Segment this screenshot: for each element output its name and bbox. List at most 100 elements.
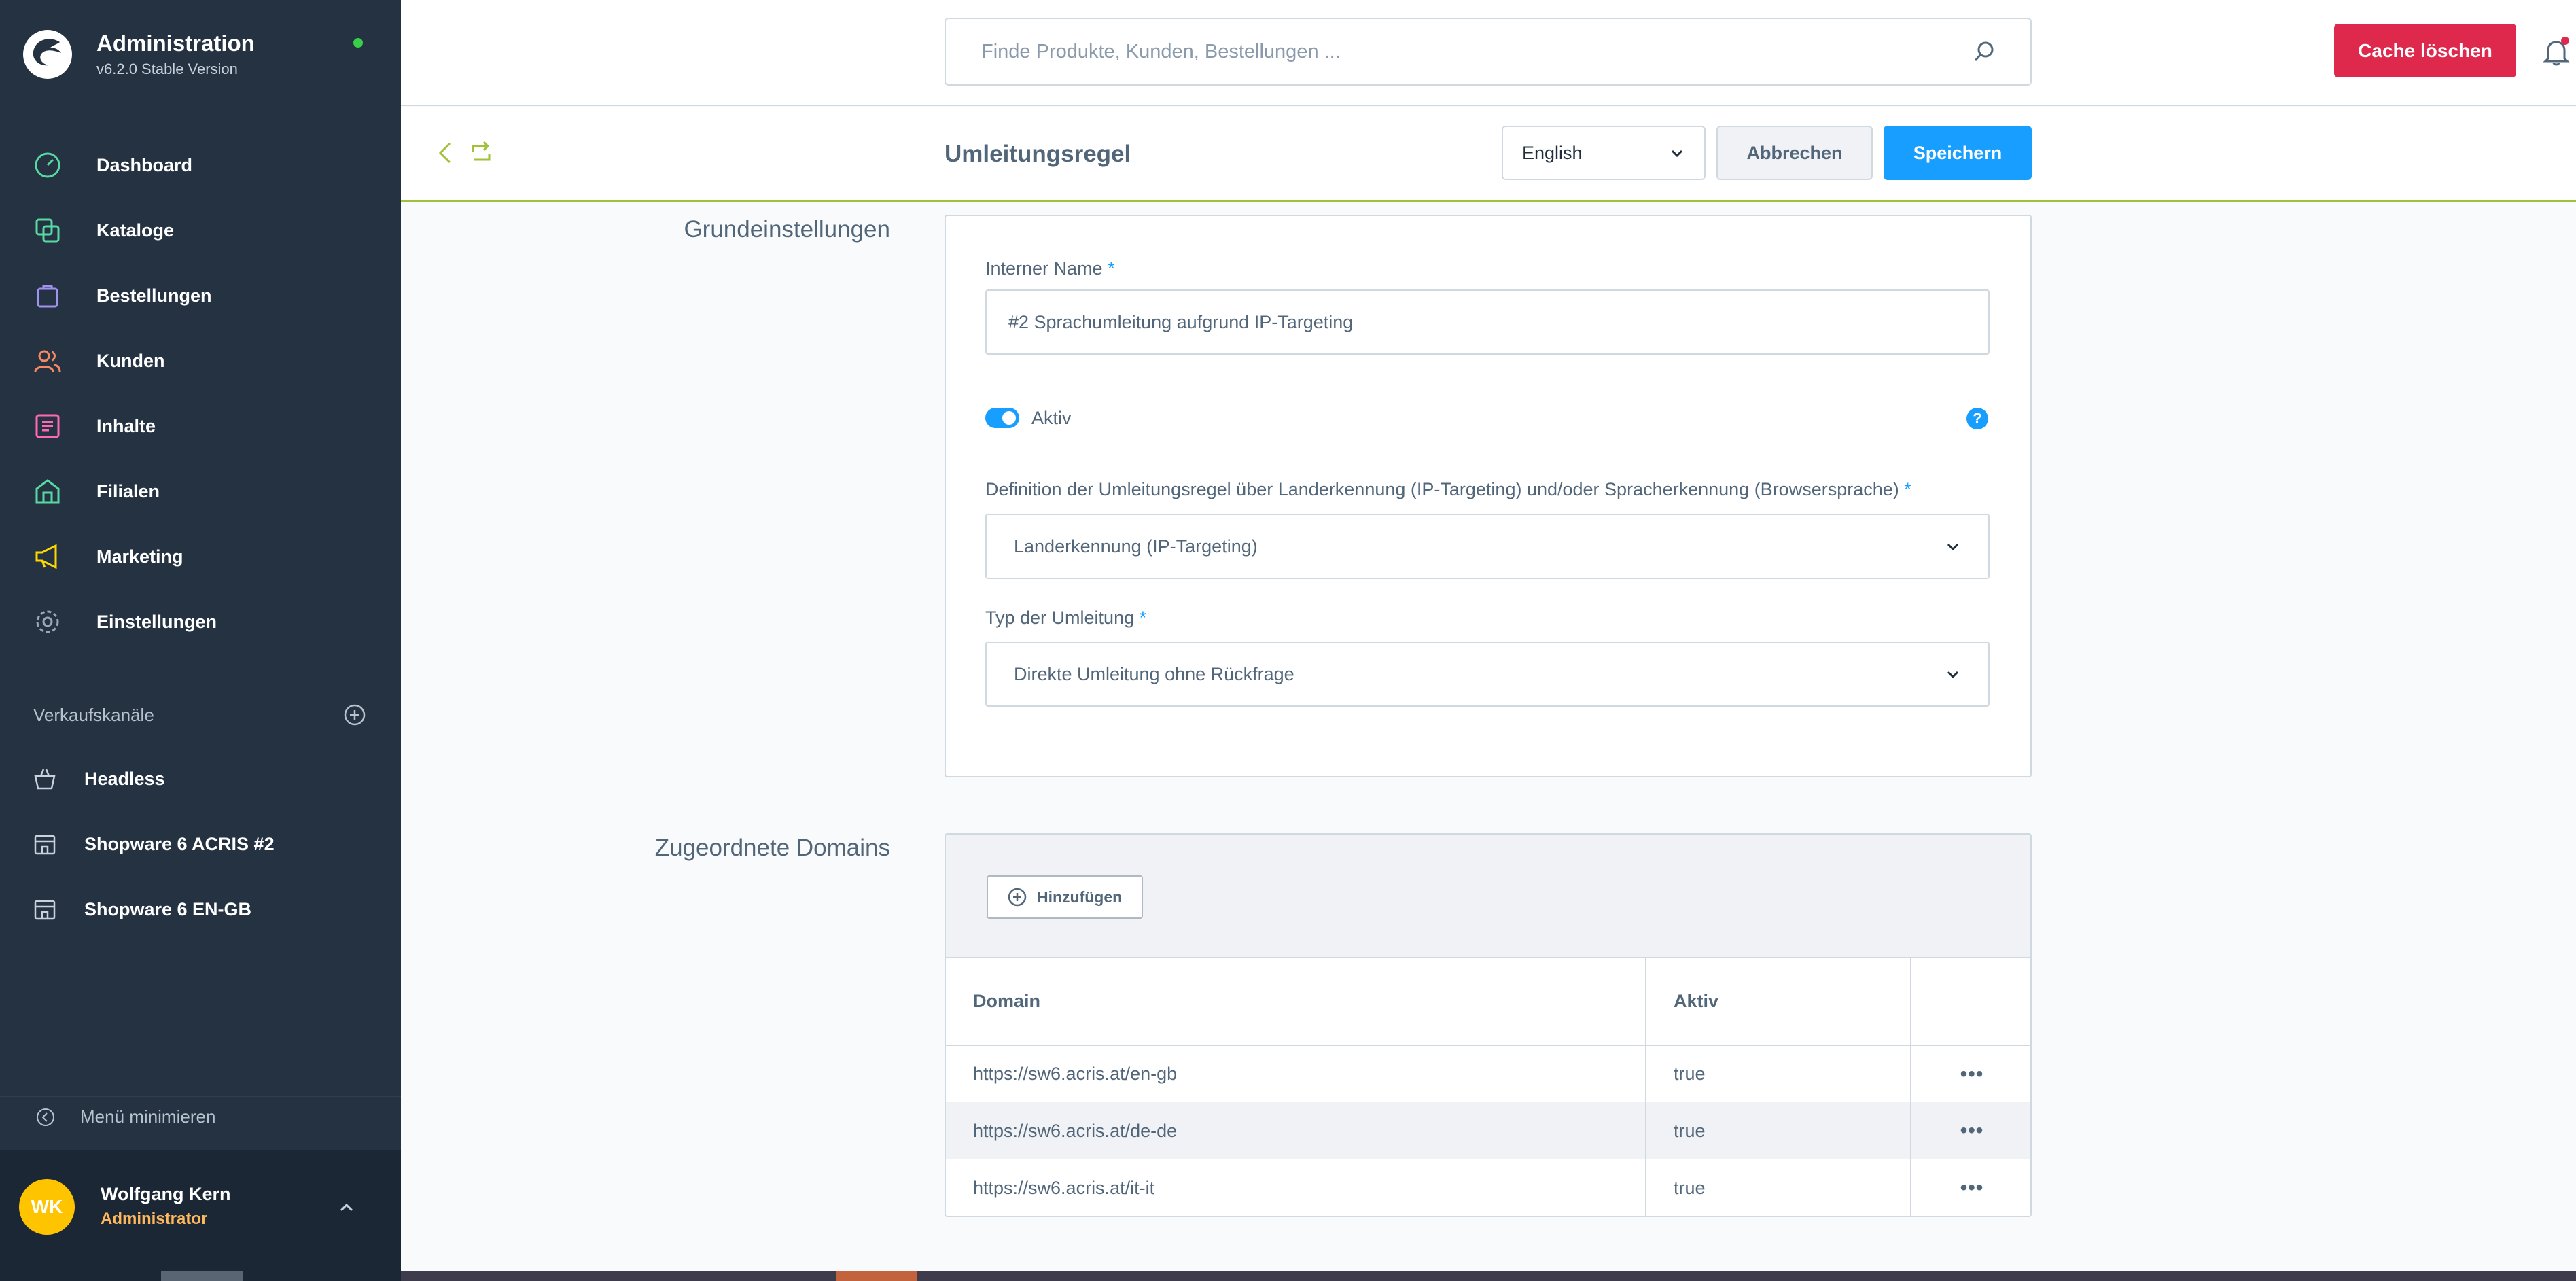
nav-label: Dashboard	[96, 154, 193, 175]
column-header-active[interactable]: Aktiv	[1646, 958, 1911, 1046]
sidebar-bottom-strip	[161, 1271, 243, 1281]
language-select[interactable]: English	[1502, 126, 1706, 180]
sales-channels-title: Verkaufskanäle	[33, 704, 154, 725]
definition-value: Landerkennung (IP-Targeting)	[1014, 536, 1258, 557]
domains-section-title: Zugeordnete Domains	[654, 835, 890, 861]
row-actions-button[interactable]: •••	[1911, 1159, 2030, 1216]
nav-label: Kunden	[96, 350, 165, 371]
add-domain-label: Hinzufügen	[1037, 888, 1123, 906]
redirect-type-select[interactable]: Direkte Umleitung ohne Rückfrage	[985, 642, 1990, 707]
cancel-button[interactable]: Abbrechen	[1716, 126, 1873, 180]
storefront-icon	[34, 835, 56, 855]
chevron-up-icon[interactable]	[336, 1197, 357, 1218]
nav-label: Bestellungen	[96, 285, 212, 306]
avatar: WK	[19, 1179, 75, 1235]
internal-name-label: Interner Name *	[985, 258, 1115, 279]
domain-cell: https://sw6.acris.at/de-de	[946, 1102, 1646, 1159]
nav-item-kataloge[interactable]: Kataloge	[0, 198, 401, 263]
bell-icon[interactable]	[2540, 35, 2573, 68]
nav-item-filialen[interactable]: Filialen	[0, 459, 401, 524]
shopping-bag-icon	[31, 279, 64, 312]
save-button[interactable]: Speichern	[1884, 126, 2032, 180]
sales-channel-headless[interactable]: Headless	[0, 746, 401, 811]
row-actions-button[interactable]: •••	[1911, 1045, 2030, 1102]
clear-cache-button[interactable]: Cache löschen	[2334, 24, 2516, 77]
redirect-icon	[472, 141, 491, 161]
type-label: Typ der Umleitung *	[985, 608, 1146, 629]
bottom-strip	[401, 1271, 2576, 1281]
more-icon: •••	[1960, 1119, 1984, 1142]
domain-cell: https://sw6.acris.at/en-gb	[946, 1045, 1646, 1102]
nav-item-marketing[interactable]: Marketing	[0, 524, 401, 589]
chevron-left-circle-icon	[37, 1108, 54, 1126]
language-value: English	[1522, 142, 1583, 163]
nav-label: Marketing	[96, 546, 183, 567]
internal-name-label-text: Interner Name	[985, 258, 1103, 279]
required-mark: *	[1904, 479, 1911, 499]
user-menu[interactable]: WK Wolfgang Kern Administrator	[0, 1150, 401, 1281]
dashboard-icon	[31, 149, 64, 181]
row-actions-button[interactable]: •••	[1911, 1102, 2030, 1159]
megaphone-icon	[31, 540, 64, 573]
active-cell: true	[1646, 1159, 1911, 1216]
add-circle-icon[interactable]	[343, 703, 366, 726]
chevron-down-icon	[1947, 543, 1959, 551]
nav-item-dashboard[interactable]: Dashboard	[0, 133, 401, 198]
active-cell: true	[1646, 1102, 1911, 1159]
nav-label: Einstellungen	[96, 611, 217, 632]
nav-item-einstellungen[interactable]: Einstellungen	[0, 589, 401, 654]
chevron-down-icon	[1671, 150, 1683, 158]
user-name: Wolfgang Kern	[101, 1184, 231, 1204]
active-cell: true	[1646, 1045, 1911, 1102]
plus-circle-icon	[1008, 888, 1027, 907]
add-domain-button[interactable]: Hinzufügen	[987, 875, 1143, 919]
type-label-text: Typ der Umleitung	[985, 608, 1135, 628]
nav-item-kunden[interactable]: Kunden	[0, 328, 401, 393]
basic-settings-card: Interner Name * #2 Sprachumleitung aufgr…	[945, 215, 2032, 777]
domains-toolbar: Hinzufügen	[946, 835, 2030, 958]
customers-icon	[31, 345, 64, 377]
sales-channels-header: Verkaufskanäle	[33, 703, 366, 726]
nav-label: Inhalte	[96, 415, 156, 436]
nav-item-inhalte[interactable]: Inhalte	[0, 393, 401, 459]
active-label: Aktiv	[1031, 408, 1072, 428]
basic-section-title: Grundeinstellungen	[684, 216, 890, 243]
internal-name-field[interactable]: #2 Sprachumleitung aufgrund IP-Targeting	[985, 289, 1990, 355]
help-icon[interactable]: ?	[1966, 408, 1988, 429]
required-mark: *	[1108, 258, 1115, 279]
minimize-label: Menü minimieren	[80, 1106, 216, 1127]
required-mark: *	[1139, 608, 1147, 628]
search-bar[interactable]	[945, 18, 2032, 86]
search-icon[interactable]	[1972, 39, 1996, 64]
definition-label: Definition der Umleitungsregel über Land…	[985, 479, 1911, 500]
minimize-menu-button[interactable]: Menü minimieren	[0, 1096, 401, 1137]
nav-item-bestellungen[interactable]: Bestellungen	[0, 263, 401, 328]
redirect-type-value: Direkte Umleitung ohne Rückfrage	[1014, 663, 1294, 684]
active-toggle[interactable]	[985, 408, 1019, 428]
sales-channel-en-gb[interactable]: Shopware 6 EN-GB	[0, 877, 401, 942]
storefront-icon	[34, 900, 56, 920]
column-header-actions	[1911, 958, 2030, 1046]
definition-select[interactable]: Landerkennung (IP-Targeting)	[985, 514, 1990, 579]
column-header-domain[interactable]: Domain	[946, 958, 1646, 1046]
user-role: Administrator	[101, 1210, 208, 1228]
sales-channel-acris-2[interactable]: Shopware 6 ACRIS #2	[0, 811, 401, 877]
sales-channel-label: Shopware 6 EN-GB	[84, 898, 252, 919]
bottom-strip-segment	[836, 1271, 917, 1281]
status-indicator	[353, 38, 363, 48]
shopware-logo-icon	[23, 30, 72, 79]
brand-title: Administration	[96, 31, 255, 56]
brand[interactable]: Administration v6.2.0 Stable Version	[20, 27, 255, 82]
table-row: https://sw6.acris.at/de-de true •••	[946, 1102, 2030, 1159]
definition-label-text: Definition der Umleitungsregel über Land…	[985, 479, 1899, 499]
domains-table: Domain Aktiv https://sw6.acris.at/en-gb …	[946, 958, 2030, 1216]
table-row: https://sw6.acris.at/it-it true •••	[946, 1159, 2030, 1216]
nav-label: Filialen	[96, 480, 160, 502]
chevron-left-icon[interactable]	[435, 139, 455, 166]
basket-icon	[34, 769, 56, 790]
search-input[interactable]	[980, 39, 1972, 64]
internal-name-value: #2 Sprachumleitung aufgrund IP-Targeting	[1008, 311, 1354, 332]
sales-channel-label: Shopware 6 ACRIS #2	[84, 833, 275, 854]
sales-channel-label: Headless	[84, 768, 165, 789]
smart-bar: Umleitungsregel English Abbrechen Speich…	[401, 107, 2576, 202]
